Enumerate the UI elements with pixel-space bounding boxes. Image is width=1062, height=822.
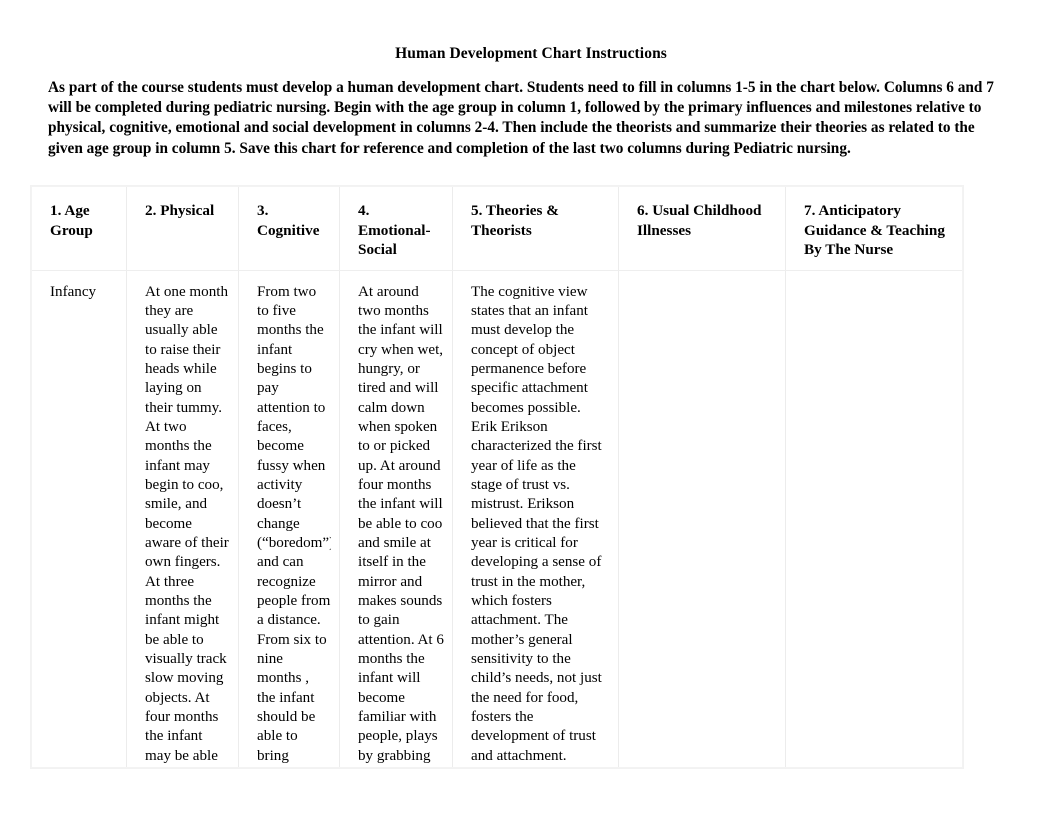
cell-cognitive[interactable]: From two to five months the infant begin… [238, 269, 340, 769]
column-header-theories-theorists: 5. Theories & Theorists [452, 186, 619, 271]
page-title: Human Development Chart Instructions [395, 45, 667, 62]
cell-cognitive-text: From two to five months the infant begin… [257, 283, 331, 769]
cell-emotional-social[interactable]: At around two months the infant will cry… [339, 269, 453, 769]
development-chart-container: 1. Age Group 2. Physical 3. Cognitive 4.… [31, 186, 963, 768]
cell-age-group-text: Infancy [50, 283, 97, 300]
cell-theories-theorists[interactable]: The cognitive view states that an infant… [452, 269, 619, 769]
document-page: Human Development Chart Instructions As … [0, 0, 1062, 822]
cell-physical[interactable]: At one month they are usually able to ra… [126, 269, 239, 769]
cell-physical-text: At one month they are usually able to ra… [145, 283, 229, 769]
human-development-chart: 1. Age Group 2. Physical 3. Cognitive 4.… [31, 186, 963, 768]
column-header-physical: 2. Physical [126, 186, 239, 271]
cell-usual-childhood-illnesses[interactable] [618, 269, 786, 768]
column-header-emotional-social: 4. Emotional-Social [339, 186, 453, 271]
cell-emotional-social-text: At around two months the infant will cry… [358, 283, 444, 769]
cell-age-group[interactable]: Infancy [31, 269, 127, 768]
cell-anticipatory-guidance[interactable] [785, 269, 963, 768]
column-header-cognitive: 3. Cognitive [238, 186, 340, 271]
table-row: Infancy At one month they are usually ab… [31, 269, 963, 769]
cell-theories-theorists-text: The cognitive view states that an infant… [471, 283, 602, 769]
column-header-age-group: 1. Age Group [31, 186, 127, 271]
instructions-paragraph: As part of the course students must deve… [48, 79, 994, 157]
column-header-usual-childhood-illnesses: 6. Usual Childhood Illnesses [618, 186, 786, 271]
column-header-anticipatory-guidance: 7. Anticipatory Guidance & Teaching By T… [785, 186, 963, 271]
table-header-row: 1. Age Group 2. Physical 3. Cognitive 4.… [31, 186, 963, 271]
